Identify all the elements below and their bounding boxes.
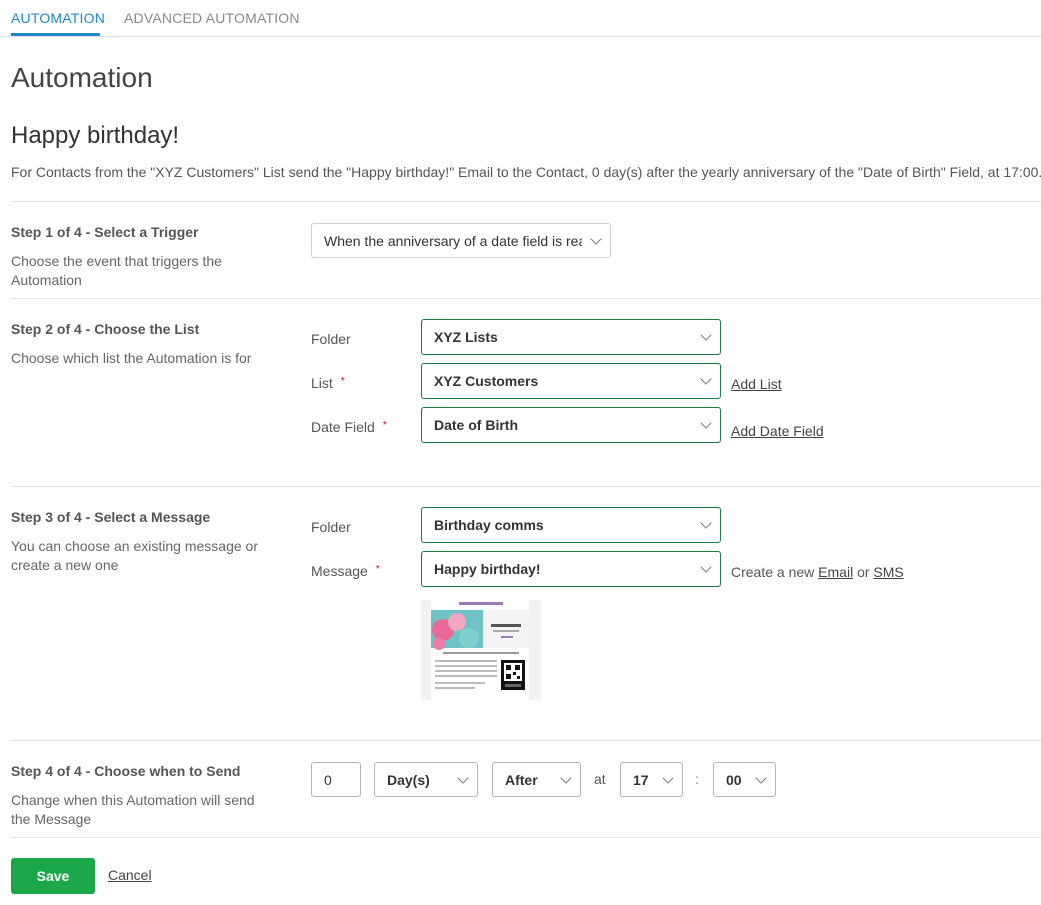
- tab-advanced-automation[interactable]: ADVANCED AUTOMATION: [124, 10, 300, 26]
- chevron-down-icon: [560, 771, 572, 784]
- automation-name: Happy birthday!: [11, 122, 180, 149]
- message-folder-label: Folder: [311, 519, 351, 535]
- message-label: Message *: [311, 563, 380, 579]
- save-button[interactable]: Save: [11, 858, 95, 894]
- create-email-link[interactable]: Email: [818, 564, 853, 580]
- create-new-label: Create a new: [731, 564, 815, 580]
- divider: [11, 837, 1041, 838]
- step1-description: Choose the event that triggers the Autom…: [11, 253, 222, 288]
- step1-title: Step 1 of 4 - Select a Trigger: [11, 224, 199, 240]
- send-hour-value: 17: [633, 771, 649, 788]
- message-folder-select-value: Birthday comms: [434, 517, 544, 533]
- date-field-select[interactable]: Date of Birth: [421, 407, 721, 443]
- chevron-down-icon: [457, 771, 469, 784]
- at-label: at: [594, 771, 606, 787]
- send-hour-select[interactable]: 17: [620, 762, 683, 797]
- message-label-text: Message: [311, 563, 368, 579]
- send-relation-value: After: [505, 771, 538, 788]
- tab-automation[interactable]: AUTOMATION: [11, 10, 105, 26]
- send-unit-value: Day(s): [387, 771, 430, 788]
- send-amount-input[interactable]: 0: [311, 762, 361, 797]
- automation-description: For Contacts from the "XYZ Customers" Li…: [11, 164, 1041, 180]
- time-colon: :: [695, 771, 699, 787]
- create-message-text: Create a new Email or SMS: [731, 564, 904, 580]
- or-label: or: [857, 564, 870, 580]
- list-label: List *: [311, 375, 345, 391]
- chevron-down-icon: [700, 417, 712, 429]
- step4-description: Change when this Automation will send th…: [11, 792, 255, 827]
- divider: [11, 740, 1041, 741]
- divider: [11, 486, 1041, 487]
- send-unit-select[interactable]: Day(s): [374, 762, 478, 797]
- required-marker: *: [340, 376, 345, 387]
- step3-description: You can choose an existing message or cr…: [11, 538, 258, 573]
- list-folder-select-value: XYZ Lists: [434, 329, 498, 345]
- chevron-down-icon: [700, 329, 712, 341]
- chevron-down-icon: [590, 232, 602, 245]
- add-date-field-link[interactable]: Add Date Field: [731, 423, 824, 439]
- add-list-link[interactable]: Add List: [731, 376, 782, 392]
- list-select-value: XYZ Customers: [434, 373, 539, 389]
- list-label-text: List: [311, 375, 333, 391]
- send-amount-value: 0: [324, 771, 332, 788]
- chevron-down-icon: [700, 373, 712, 385]
- active-tab-indicator: [11, 33, 100, 36]
- chevron-down-icon: [700, 561, 712, 573]
- step2-description: Choose which list the Automation is for: [11, 350, 252, 366]
- date-field-select-value: Date of Birth: [434, 417, 518, 433]
- message-select[interactable]: Happy birthday!: [421, 551, 721, 587]
- message-folder-select[interactable]: Birthday comms: [421, 507, 721, 543]
- step3-title: Step 3 of 4 - Select a Message: [11, 509, 211, 525]
- create-sms-link[interactable]: SMS: [873, 564, 903, 580]
- list-folder-select[interactable]: XYZ Lists: [421, 319, 721, 355]
- send-relation-select[interactable]: After: [492, 762, 581, 797]
- step2-title: Step 2 of 4 - Choose the List: [11, 321, 200, 337]
- message-preview-thumbnail[interactable]: [421, 600, 541, 700]
- step4-title: Step 4 of 4 - Choose when to Send: [11, 763, 241, 779]
- chevron-down-icon: [700, 517, 712, 529]
- required-marker: *: [375, 564, 380, 575]
- email-preview-image: [421, 600, 541, 700]
- trigger-select[interactable]: When the anniversary of a date field is …: [311, 223, 611, 258]
- cancel-link[interactable]: Cancel: [108, 867, 152, 883]
- chevron-down-icon: [755, 771, 767, 784]
- trigger-select-value: When the anniversary of a date field is …: [324, 232, 582, 249]
- required-marker: *: [382, 420, 387, 431]
- tab-bar: AUTOMATION ADVANCED AUTOMATION: [0, 0, 1041, 37]
- send-minute-select[interactable]: 00: [713, 762, 776, 797]
- date-field-label: Date Field *: [311, 419, 387, 435]
- date-field-label-text: Date Field: [311, 419, 375, 435]
- send-minute-value: 00: [726, 771, 742, 788]
- divider: [11, 201, 1041, 202]
- page-title: Automation: [11, 62, 153, 93]
- list-folder-label: Folder: [311, 331, 351, 347]
- list-select[interactable]: XYZ Customers: [421, 363, 721, 399]
- divider: [11, 298, 1041, 299]
- message-select-value: Happy birthday!: [434, 561, 541, 577]
- chevron-down-icon: [662, 771, 674, 784]
